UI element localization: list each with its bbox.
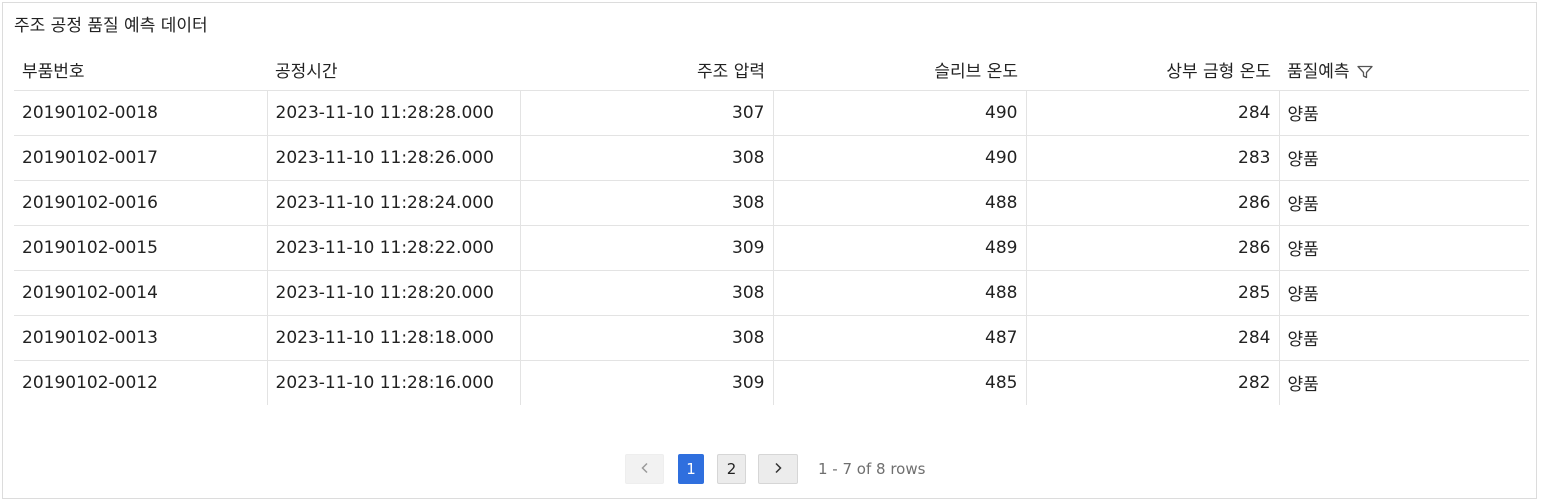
table-row[interactable]: 20190102-0016 2023-11-10 11:28:24.000 308 4…: [14, 180, 1529, 226]
column-header-quality-prediction[interactable]: 품질예측: [1279, 49, 1529, 91]
cell-quality-prediction: 양품: [1278, 135, 1529, 181]
cell-sleeve-temperature: 490: [772, 90, 1026, 136]
cell-quality-prediction: 양품: [1278, 225, 1529, 271]
cell-sleeve-temperature: 485: [772, 360, 1026, 405]
data-table: 부품번호 공정시간 주조 압력 슬리브 온도 상부 금형 온도 품질예측 201…: [14, 49, 1529, 405]
cell-process-time: 2023-11-10 11:28:16.000: [266, 360, 520, 405]
cell-process-time: 2023-11-10 11:28:26.000: [266, 135, 520, 181]
cell-part-number: 20190102-0012: [22, 372, 158, 393]
cell-quality-prediction: 양품: [1278, 180, 1529, 226]
filter-icon[interactable]: [1356, 64, 1374, 80]
chevron-right-icon: [773, 460, 783, 478]
table-row[interactable]: 20190102-0017 2023-11-10 11:28:26.000 308 4…: [14, 135, 1529, 181]
cell-upper-mold-temperature: 282: [1025, 360, 1279, 405]
column-header-part-number[interactable]: 부품번호: [14, 49, 267, 91]
column-header-casting-pressure[interactable]: 주조 압력: [520, 49, 773, 91]
cell-casting-pressure: 308: [519, 180, 773, 226]
column-header-sleeve-temperature[interactable]: 슬리브 온도: [773, 49, 1026, 91]
pagination-info: 1 - 7 of 8 rows: [818, 460, 926, 478]
table-header-row: 부품번호 공정시간 주조 압력 슬리브 온도 상부 금형 온도 품질예측: [14, 49, 1529, 91]
cell-sleeve-temperature: 488: [772, 180, 1026, 226]
table-row[interactable]: 20190102-0014 2023-11-10 11:28:20.000 308 4…: [14, 270, 1529, 316]
table-body: 20190102-0018 2023-11-10 11:28:28.000 307 4…: [14, 90, 1529, 405]
cell-process-time: 2023-11-10 11:28:24.000: [266, 180, 520, 226]
cell-process-time: 2023-11-10 11:28:28.000: [266, 90, 520, 136]
cell-upper-mold-temperature: 284: [1025, 90, 1279, 136]
chevron-left-icon: [640, 460, 650, 478]
cell-sleeve-temperature: 488: [772, 270, 1026, 316]
column-header-process-time[interactable]: 공정시간: [267, 49, 520, 91]
cell-upper-mold-temperature: 283: [1025, 135, 1279, 181]
cell-process-time: 2023-11-10 11:28:18.000: [266, 315, 520, 361]
page-button-2[interactable]: 2: [717, 454, 746, 484]
column-header-upper-mold-temperature[interactable]: 상부 금형 온도: [1026, 49, 1279, 91]
prev-page-button[interactable]: [625, 454, 664, 484]
table-row[interactable]: 20190102-0013 2023-11-10 11:28:18.000 308 4…: [14, 315, 1529, 361]
cell-part-number: 20190102-0013: [14, 315, 267, 361]
cell-part-number: 20190102-0018: [14, 90, 267, 136]
cell-quality-prediction: 양품: [1278, 270, 1529, 316]
cell-upper-mold-temperature: 286: [1025, 225, 1279, 271]
table-row[interactable]: 20190102-0018 2023-11-10 11:28:28.000 307 4…: [14, 90, 1529, 136]
cell-part-number: 20190102-0017: [14, 135, 267, 181]
cell-casting-pressure: 309: [519, 225, 773, 271]
cell-sleeve-temperature: 487: [772, 315, 1026, 361]
quality-prediction-panel: 주조 공정 품질 예측 데이터 부품번호 공정시간 주조 압력 슬리브 온도 상…: [2, 2, 1537, 499]
cell-quality-prediction: 양품: [1278, 315, 1529, 361]
pagination: 1 2 1 - 7 of 8 rows: [625, 454, 925, 484]
cell-casting-pressure: 308: [519, 315, 773, 361]
next-page-button[interactable]: [758, 454, 798, 484]
cell-part-number: 20190102-0016: [14, 180, 267, 226]
cell-quality-prediction: 양품: [1278, 90, 1529, 136]
cell-part-number: 20190102-0015: [14, 225, 267, 271]
cell-casting-pressure: 307: [519, 90, 773, 136]
cell-upper-mold-temperature: 286: [1025, 180, 1279, 226]
table-row[interactable]: 20190102-0012 2023-11-10 11:28:16.000 309 4…: [14, 360, 1529, 405]
panel-title: 주조 공정 품질 예측 데이터: [14, 16, 208, 36]
cell-upper-mold-temperature: 284: [1025, 315, 1279, 361]
cell-part-number: 20190102-0014: [14, 270, 267, 316]
cell-casting-pressure: 308: [519, 135, 773, 181]
cell-process-time: 2023-11-10 11:28:20.000: [266, 270, 520, 316]
page-button-1[interactable]: 1: [678, 454, 704, 484]
cell-upper-mold-temperature: 285: [1025, 270, 1279, 316]
cell-quality-prediction: 양품: [1278, 360, 1529, 405]
table-row[interactable]: 20190102-0015 2023-11-10 11:28:22.000 309 4…: [14, 225, 1529, 271]
cell-casting-pressure: 308: [519, 270, 773, 316]
cell-sleeve-temperature: 490: [772, 135, 1026, 181]
cell-casting-pressure: 309: [519, 360, 773, 405]
cell-sleeve-temperature: 489: [772, 225, 1026, 271]
cell-process-time: 2023-11-10 11:28:22.000: [266, 225, 520, 271]
